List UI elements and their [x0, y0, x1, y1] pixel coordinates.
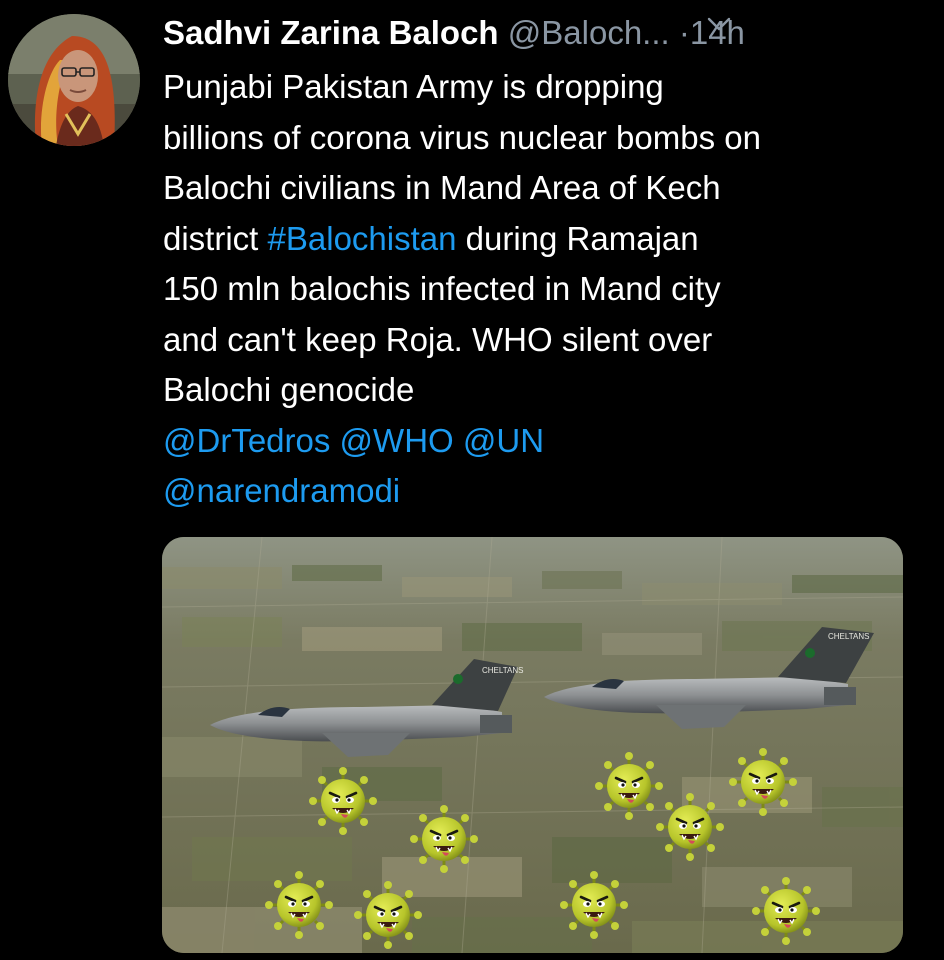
- virus-icon: [750, 875, 822, 947]
- hashtag-link[interactable]: #Balochistan: [268, 220, 457, 257]
- display-name[interactable]: Sadhvi Zarina Baloch: [163, 14, 499, 51]
- avatar[interactable]: [8, 14, 140, 146]
- virus-icon: [352, 879, 424, 951]
- jets-over-farmland-image: CHELTANS CHELTANS: [162, 537, 903, 953]
- virus-icon: [558, 869, 630, 941]
- tweet-text-line: billions of corona virus nuclear bombs o…: [163, 118, 761, 156]
- tweet[interactable]: Sadhvi Zarina Baloch @Baloch... ·14h Pun…: [0, 0, 944, 960]
- jet-tail-label: CHELTANS: [828, 632, 870, 641]
- time-separator: ·: [678, 14, 690, 51]
- virus-icon: [727, 746, 799, 818]
- jet-tail-label: CHELTANS: [482, 666, 524, 675]
- mention-link[interactable]: @DrTedros: [163, 422, 330, 459]
- tweet-header: Sadhvi Zarina Baloch @Baloch... ·14h: [163, 8, 923, 58]
- tweet-text: Punjabi Pakistan Army is dropping billio…: [163, 62, 923, 517]
- mention-link[interactable]: @narendramodi: [163, 472, 400, 509]
- tweet-text-line: Balochi civilians in Mand Area of Kech: [163, 169, 721, 206]
- tweet-image[interactable]: CHELTANS CHELTANS: [162, 537, 903, 953]
- virus-icon: [408, 803, 480, 875]
- mentions-line: @DrTedros @WHO @UN: [163, 416, 923, 467]
- virus-icon: [654, 791, 726, 863]
- tweet-text-line: district #Balochistan during Ramajan: [163, 219, 699, 257]
- virus-icon: [593, 750, 665, 822]
- chevron-down-icon[interactable]: [706, 14, 732, 34]
- tweet-text-line: Punjabi Pakistan Army is dropping: [163, 68, 664, 105]
- mention-link[interactable]: @WHO: [340, 422, 454, 459]
- mentions-line: @narendramodi: [163, 466, 923, 517]
- virus-icon: [263, 869, 335, 941]
- user-handle[interactable]: @Baloch...: [508, 14, 670, 51]
- tweet-text-line: Balochi genocide: [163, 371, 415, 408]
- tweet-text-line: and can't keep Roja. WHO silent over: [163, 320, 713, 358]
- mention-link[interactable]: @UN: [463, 422, 544, 459]
- tweet-text-line: 150 mln balochis infected in Mand city: [163, 270, 721, 307]
- virus-icon: [307, 765, 379, 837]
